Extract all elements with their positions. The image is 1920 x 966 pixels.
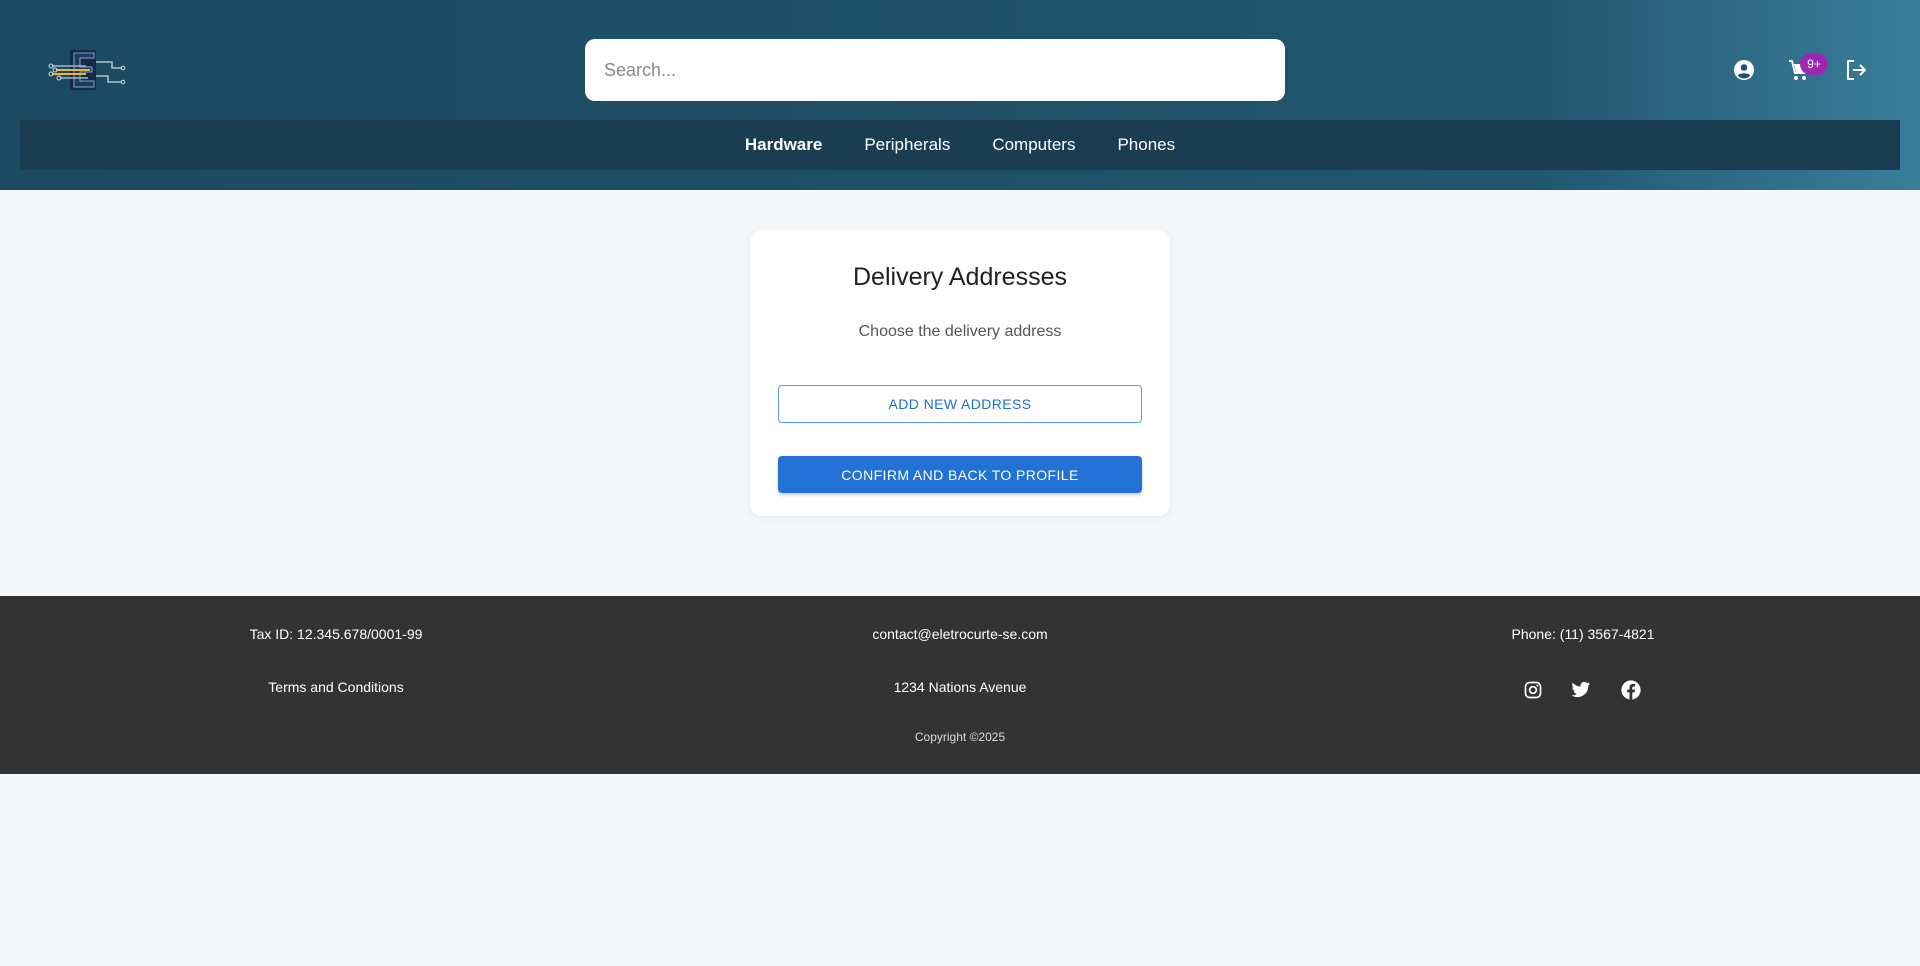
footer-terms-link[interactable]: Terms and Conditions bbox=[268, 679, 403, 695]
page-title: Delivery Addresses bbox=[853, 263, 1067, 291]
facebook-icon[interactable] bbox=[1619, 678, 1643, 702]
footer-email-link[interactable]: contact@eletrocurte-se.com bbox=[872, 626, 1047, 642]
footer-address: 1234 Nations Avenue bbox=[893, 679, 1027, 695]
page-subtitle: Choose the delivery address bbox=[858, 323, 1062, 340]
nav-item-peripherals[interactable]: Peripherals bbox=[843, 135, 971, 155]
twitter-icon[interactable] bbox=[1569, 678, 1593, 702]
confirm-back-to-profile-button[interactable]: CONFIRM AND BACK TO PROFILE bbox=[778, 456, 1142, 493]
logout-icon[interactable] bbox=[1842, 56, 1870, 84]
cart-count-badge: 9+ bbox=[1800, 53, 1828, 75]
logo-icon bbox=[48, 50, 126, 90]
nav-item-phones[interactable]: Phones bbox=[1096, 135, 1196, 155]
delivery-addresses-card: Delivery Addresses Choose the delivery a… bbox=[750, 230, 1170, 516]
add-new-address-button[interactable]: ADD NEW ADDRESS bbox=[778, 385, 1142, 423]
nav-item-computers[interactable]: Computers bbox=[971, 135, 1096, 155]
footer-copyright: Copyright ©2025 bbox=[914, 730, 1006, 744]
nav-item-hardware[interactable]: Hardware bbox=[724, 135, 843, 155]
search-input[interactable] bbox=[585, 39, 1285, 101]
footer-tax-id: Tax ID: 12.345.678/0001-99 bbox=[249, 626, 423, 642]
account-circle-icon[interactable] bbox=[1730, 56, 1758, 84]
site-header: 9+ Hardware Peripherals Computers Phones bbox=[0, 0, 1920, 190]
site-logo[interactable] bbox=[46, 48, 126, 94]
instagram-icon[interactable] bbox=[1521, 678, 1545, 702]
footer-phone: Phone: (11) 3567-4821 bbox=[1511, 626, 1655, 642]
category-nav: Hardware Peripherals Computers Phones bbox=[20, 120, 1900, 170]
